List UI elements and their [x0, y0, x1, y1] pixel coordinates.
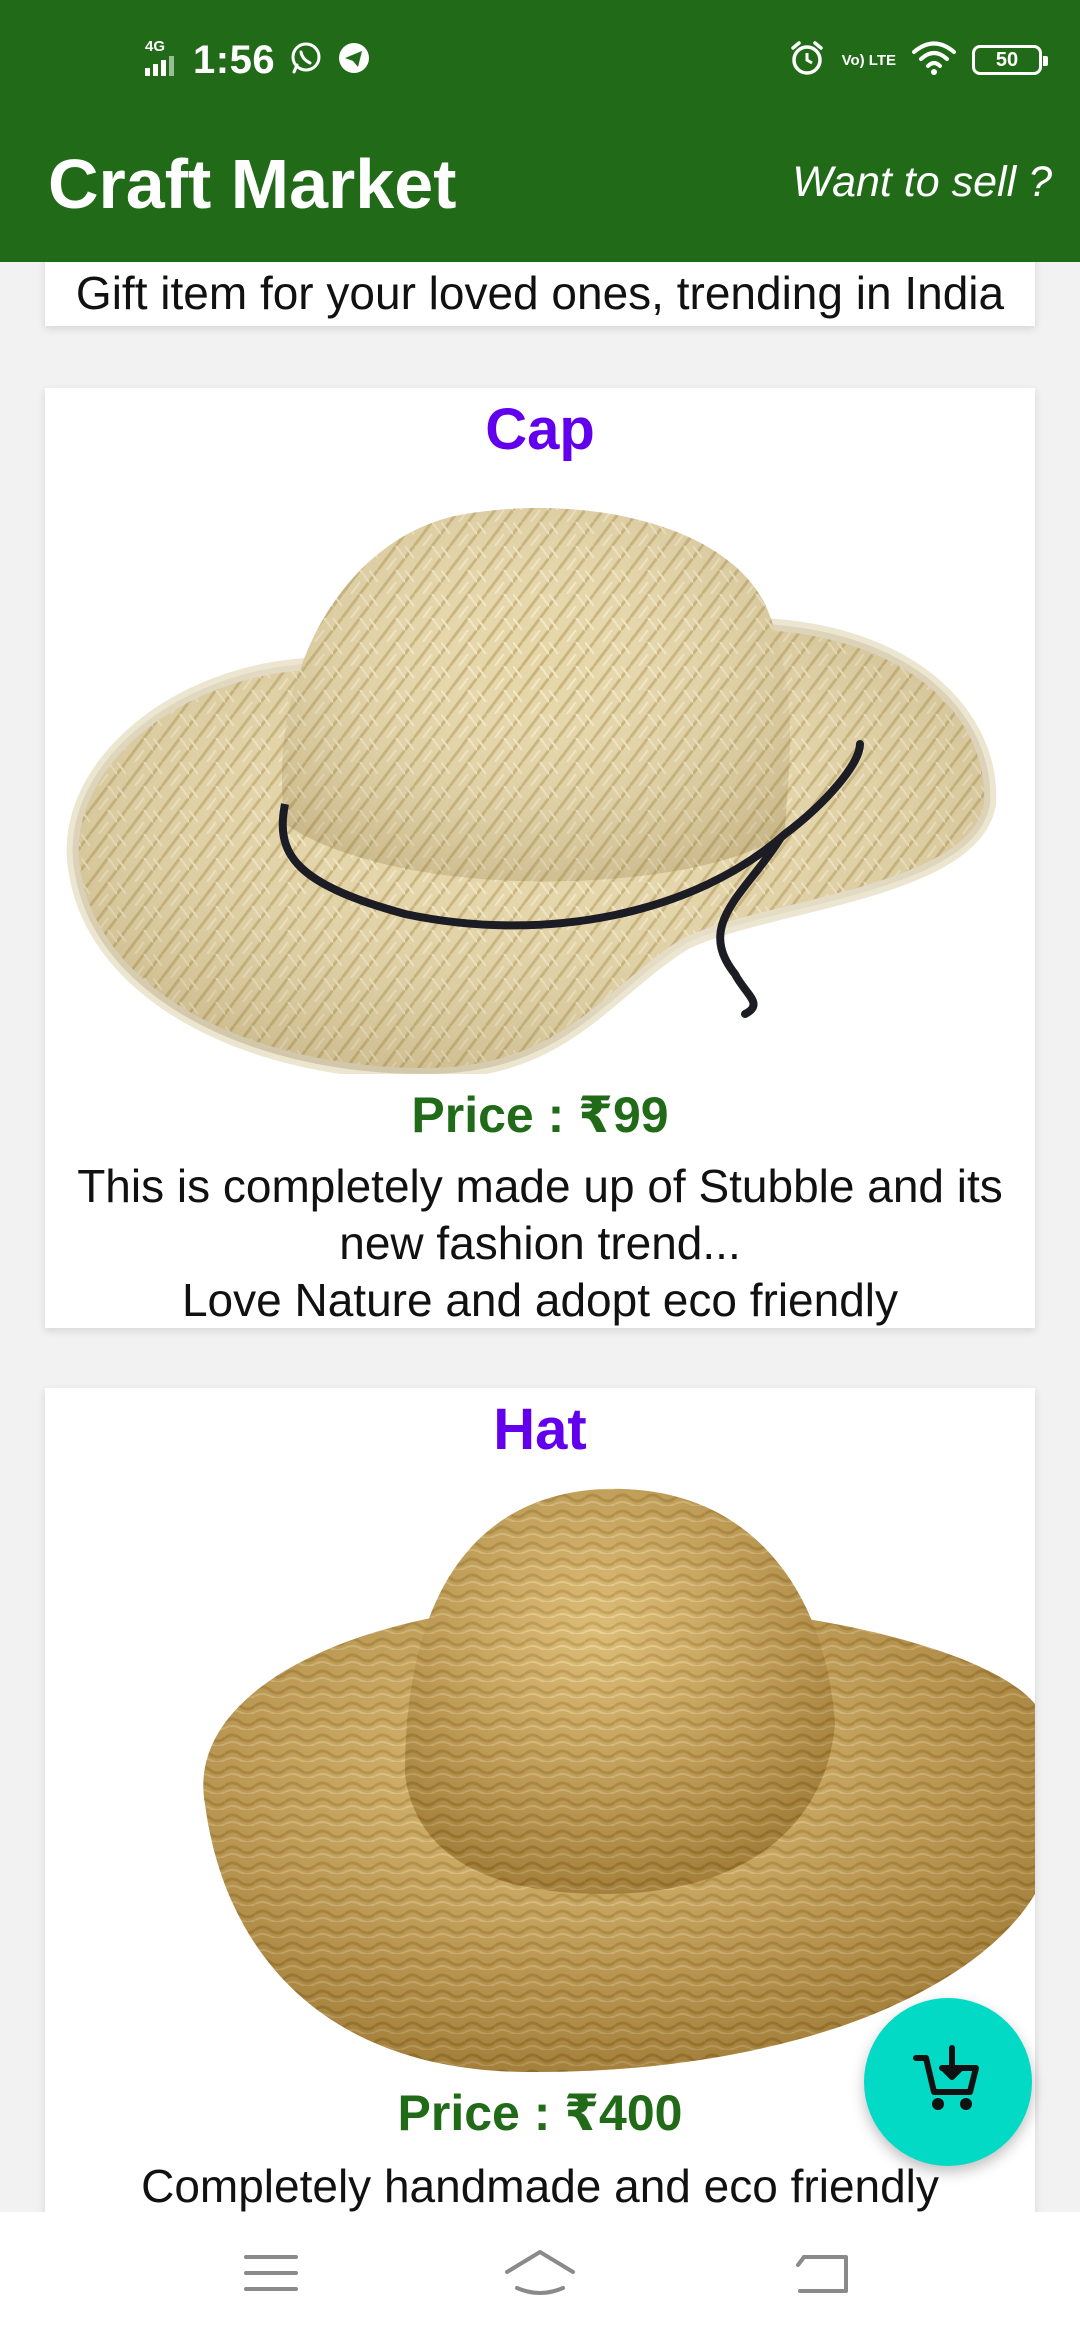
product-price: Price : ₹99	[411, 1087, 669, 1143]
straw-cowboy-hat-image	[45, 474, 1035, 1074]
telegram-icon	[337, 41, 371, 80]
want-to-sell-link[interactable]: Want to sell ?	[792, 158, 1052, 207]
product-description: This is completely made up of Stubble an…	[53, 1158, 1027, 1329]
straw-sun-hat-image	[45, 1474, 1035, 2074]
alarm-icon	[788, 39, 826, 82]
add-to-cart-button[interactable]	[864, 1998, 1032, 2166]
product-title: Cap	[485, 397, 595, 462]
product-description-line: Love Nature and adopt eco friendly	[181, 1274, 899, 1326]
product-card-cap[interactable]: Cap Price: ₹99 This is completely made …	[45, 388, 1035, 1328]
top-bar: 4G 1:56 Vo) LTE 50 Craft Market Want to …	[0, 0, 1080, 262]
status-time: 1:56	[193, 37, 276, 82]
app-bar: Craft Market Want to sell ?	[0, 120, 1080, 262]
add-to-cart-icon	[912, 2044, 984, 2121]
home-icon	[503, 2248, 577, 2303]
back-button[interactable]	[787, 2240, 857, 2310]
product-description-line: This is completely made up of Stubble an…	[77, 1160, 1003, 1269]
volte-icon: Vo) LTE	[841, 51, 896, 69]
menu-icon	[244, 2253, 298, 2298]
product-card[interactable]: Gift item for your loved ones, trending …	[45, 262, 1035, 326]
product-description: Gift item for your loved ones, trending …	[75, 267, 1005, 319]
product-title: Hat	[493, 1397, 587, 1462]
status-right: Vo) LTE 50	[788, 34, 1048, 86]
whatsapp-icon	[289, 41, 323, 80]
status-bar: 4G 1:56 Vo) LTE 50	[0, 0, 1080, 120]
home-button[interactable]	[505, 2240, 575, 2310]
back-icon	[794, 2251, 850, 2300]
wifi-icon	[912, 41, 956, 80]
status-left: 4G 1:56	[145, 34, 371, 86]
signal-icon: 4G	[145, 38, 179, 80]
product-description: Completely handmade and eco friendly	[141, 2160, 939, 2212]
menu-button[interactable]	[236, 2240, 306, 2310]
network-type-label: 4G	[145, 38, 166, 55]
product-list[interactable]: Gift item for your loved ones, trending …	[0, 262, 1080, 2212]
navigation-bar	[0, 2212, 1080, 2340]
battery-icon: 50	[972, 45, 1048, 75]
app-title: Craft Market	[48, 145, 457, 223]
